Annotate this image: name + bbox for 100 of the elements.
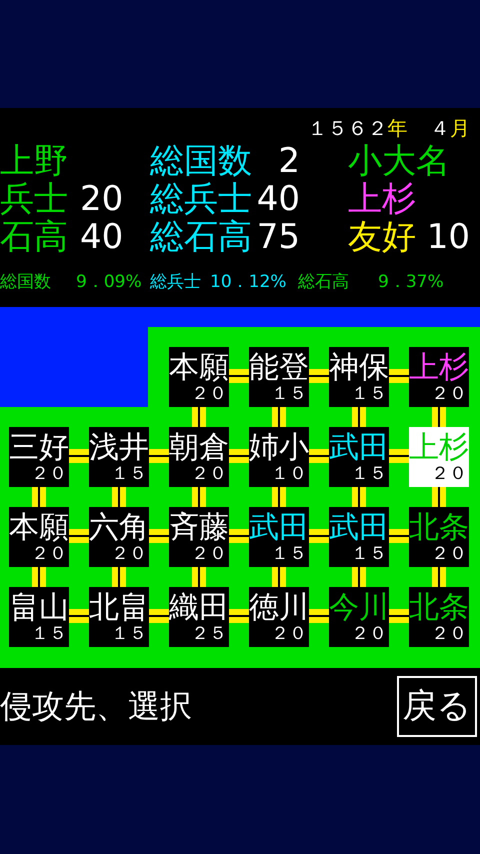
province-name: 朝倉	[169, 430, 229, 463]
province-tile[interactable]: 神保 １５	[329, 347, 389, 407]
province-name: 上野	[0, 142, 69, 180]
province-tile[interactable]: 姉小 １０	[249, 427, 309, 487]
road	[112, 567, 126, 587]
road	[309, 609, 329, 623]
total-label: 総国数	[150, 142, 253, 180]
province-number: １５	[31, 623, 68, 645]
province-name: 畠山	[9, 590, 69, 623]
province-tile[interactable]: 北条 ２０	[409, 507, 469, 567]
ratio-value: 9．37%	[378, 271, 445, 293]
province-tile[interactable]: 本願 ２０	[9, 507, 69, 567]
road	[389, 369, 409, 383]
kokudaka-label: 石高	[0, 218, 69, 256]
road	[229, 449, 249, 463]
province-tile[interactable]: 上杉 ２０	[409, 347, 469, 407]
province-number: １５	[351, 383, 388, 405]
total-value: 40	[256, 180, 300, 218]
province-tile[interactable]: 武田 １５	[329, 427, 389, 487]
back-button[interactable]: 戻る	[397, 676, 477, 737]
province-name: 武田	[249, 510, 309, 543]
road	[229, 529, 249, 543]
friendship-value: 10	[426, 218, 470, 256]
province-tile[interactable]: 斉藤 ２０	[169, 507, 229, 567]
province-number: １０	[271, 463, 308, 485]
soldiers-value: 20	[80, 180, 122, 218]
month-label: 月	[450, 116, 470, 140]
year-number: １５６２	[308, 116, 388, 140]
road	[229, 369, 249, 383]
road	[389, 529, 409, 543]
province-tile[interactable]: 上杉 ２０	[409, 427, 469, 487]
province-name: 姉小	[249, 430, 309, 463]
road	[69, 449, 89, 463]
province-number: １５	[271, 383, 308, 405]
road	[352, 407, 366, 427]
road	[309, 529, 329, 543]
province-tile[interactable]: 武田 １５	[329, 507, 389, 567]
clan-name: 上杉	[348, 180, 417, 218]
province-number: １５	[111, 623, 148, 645]
province-name: 六角	[89, 510, 149, 543]
province-tile[interactable]: 六角 ２０	[89, 507, 149, 567]
total-label: 総石高	[150, 218, 253, 256]
road	[352, 567, 366, 587]
province-tile[interactable]: 三好 ２０	[9, 427, 69, 487]
province-tile[interactable]: 北条 ２０	[409, 587, 469, 647]
province-tile[interactable]: 畠山 １５	[9, 587, 69, 647]
province-tile[interactable]: 織田 ２５	[169, 587, 229, 647]
ratio-value: 10．12%	[210, 271, 288, 293]
province-number: ２０	[191, 463, 228, 485]
province-tile[interactable]: 浅井 １５	[89, 427, 149, 487]
friendship-label: 友好	[348, 218, 417, 256]
ratio-label: 総国数	[0, 271, 52, 293]
province-name: 北条	[409, 590, 469, 623]
total-value: 2	[277, 142, 300, 180]
road	[229, 609, 249, 623]
total-label: 総兵士	[150, 180, 253, 218]
road	[352, 487, 366, 507]
road	[432, 487, 446, 507]
province-name: 北条	[409, 510, 469, 543]
province-name: 本願	[9, 510, 69, 543]
soldiers-label: 兵士	[0, 180, 69, 218]
province-name: 今川	[329, 590, 389, 623]
province-number: ２５	[191, 623, 228, 645]
road	[112, 487, 126, 507]
road	[69, 609, 89, 623]
province-number: ２０	[351, 623, 388, 645]
road	[32, 567, 46, 587]
province-number: ２０	[431, 623, 468, 645]
province-name: 織田	[169, 590, 229, 623]
province-name: 北畠	[89, 590, 149, 623]
ratio-label: 総石高	[298, 271, 350, 293]
province-tile[interactable]: 武田 １５	[249, 507, 309, 567]
province-number: ２０	[431, 383, 468, 405]
road	[309, 449, 329, 463]
province-number: １５	[111, 463, 148, 485]
province-name: 上杉	[409, 350, 469, 383]
province-name: 上杉	[409, 430, 469, 463]
road	[309, 369, 329, 383]
province-tile[interactable]: 朝倉 ２０	[169, 427, 229, 487]
road	[272, 487, 286, 507]
kokudaka-value: 40	[80, 218, 122, 256]
province-name: 武田	[329, 510, 389, 543]
province-tile[interactable]: 能登 １５	[249, 347, 309, 407]
province-name: 斉藤	[169, 510, 229, 543]
province-number: ２０	[431, 543, 468, 565]
province-tile[interactable]: 北畠 １５	[89, 587, 149, 647]
province-tile[interactable]: 今川 ２０	[329, 587, 389, 647]
province-tile[interactable]: 徳川 ２０	[249, 587, 309, 647]
rank-label: 小大名	[348, 142, 451, 180]
road	[149, 609, 169, 623]
province-number: １５	[271, 543, 308, 565]
province-number: １５	[351, 463, 388, 485]
year-label: 年	[388, 116, 408, 140]
province-name: 浅井	[89, 430, 149, 463]
total-value: 75	[256, 218, 300, 256]
province-number: ２０	[111, 543, 148, 565]
province-number: １５	[351, 543, 388, 565]
road	[149, 529, 169, 543]
road	[389, 449, 409, 463]
province-tile[interactable]: 本願 ２０	[169, 347, 229, 407]
